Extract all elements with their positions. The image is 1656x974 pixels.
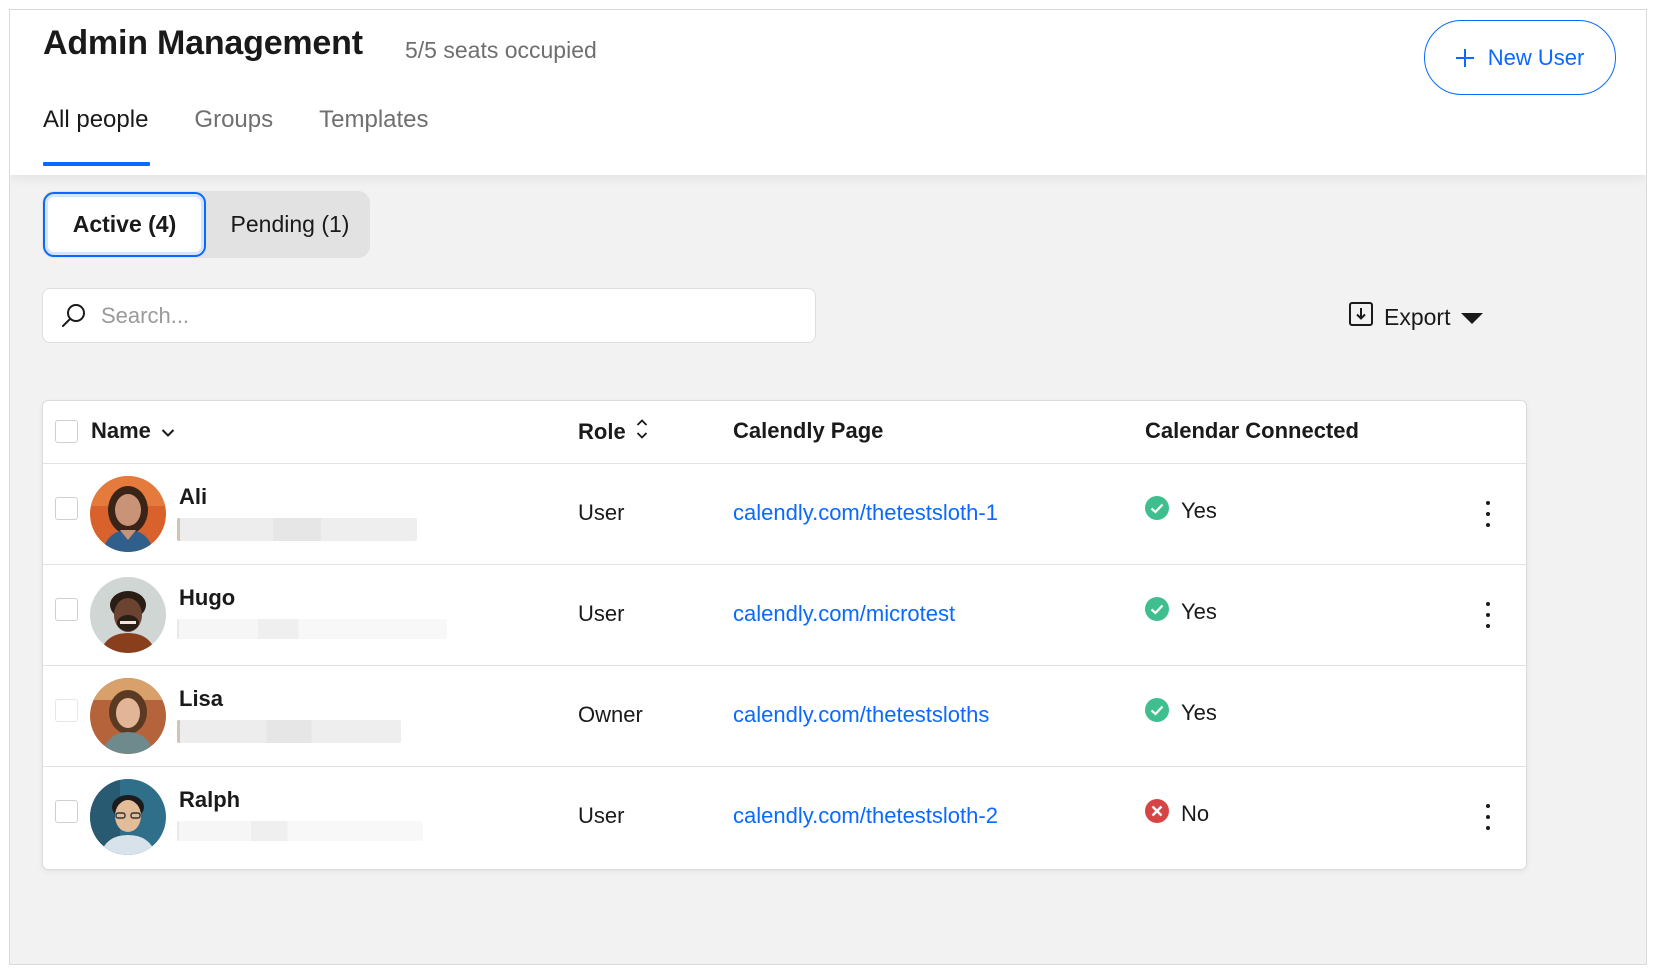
calendly-page-link[interactable]: calendly.com/thetestsloth-1 <box>733 500 998 526</box>
check-circle-icon <box>1145 597 1169 627</box>
sort-icon <box>636 418 648 446</box>
table-header: Name Role Calendly Page Calendar Connect… <box>43 401 1526 464</box>
row-checkbox[interactable] <box>55 598 78 621</box>
avatar <box>90 678 166 754</box>
email-redacted <box>177 619 447 639</box>
user-name: Hugo <box>179 585 236 610</box>
filter-active-button[interactable]: Active (4) <box>43 192 206 257</box>
table-row: Lisa Owner calendly.com/thetestsloths Ye… <box>43 666 1526 767</box>
download-icon <box>1348 301 1374 333</box>
calendar-status: Yes <box>1145 698 1217 728</box>
calendar-status: Yes <box>1145 597 1217 627</box>
page-tabs: All people Groups Templates <box>43 106 475 166</box>
new-user-label: New User <box>1487 44 1585 70</box>
row-checkbox[interactable] <box>55 497 78 520</box>
email-redacted <box>177 821 423 841</box>
row-checkbox[interactable] <box>55 800 78 823</box>
seats-occupied-text: 5/5 seats occupied <box>405 37 597 63</box>
calendar-status-label: Yes <box>1181 599 1217 624</box>
column-calendly-page: Calendly Page <box>733 418 884 443</box>
user-role: User <box>578 803 625 828</box>
search-input[interactable] <box>101 302 741 329</box>
check-circle-icon <box>1145 496 1169 526</box>
page-header: Admin Management 5/5 seats occupied New … <box>10 10 1646 175</box>
avatar <box>90 577 166 653</box>
table-row: Ralph User calendly.com/thetestsloth-2 N… <box>43 767 1526 868</box>
row-menu-icon[interactable] <box>1475 801 1501 833</box>
calendar-status: Yes <box>1145 496 1217 526</box>
export-label: Export <box>1384 303 1451 330</box>
column-name-label: Name <box>91 418 151 443</box>
check-circle-icon <box>1145 698 1169 728</box>
users-table: Name Role Calendly Page Calendar Connect… <box>42 400 1527 870</box>
select-all-checkbox[interactable] <box>55 420 78 443</box>
admin-management-window: Admin Management 5/5 seats occupied New … <box>9 9 1647 965</box>
chevron-down-icon <box>161 418 175 444</box>
avatar <box>90 779 166 855</box>
calendly-page-link[interactable]: calendly.com/thetestsloths <box>733 702 989 728</box>
search-icon <box>61 303 87 329</box>
row-checkbox <box>55 699 78 722</box>
tab-groups[interactable]: Groups <box>194 106 273 164</box>
calendar-status-label: Yes <box>1181 700 1217 725</box>
email-redacted <box>177 518 417 541</box>
tab-templates[interactable]: Templates <box>319 106 428 164</box>
tab-all-people[interactable]: All people <box>43 106 151 166</box>
row-menu-icon[interactable] <box>1475 498 1501 530</box>
search-box <box>42 288 816 343</box>
filter-pending-button[interactable]: Pending (1) <box>210 191 370 258</box>
calendar-status-label: No <box>1181 801 1210 826</box>
column-role-label: Role <box>578 419 626 444</box>
calendly-page-link[interactable]: calendly.com/thetestsloth-2 <box>733 803 998 829</box>
user-name: Lisa <box>179 686 224 711</box>
user-role: Owner <box>578 702 643 727</box>
user-role: User <box>578 601 625 626</box>
column-calendar-connected: Calendar Connected <box>1145 418 1359 443</box>
avatar <box>90 476 166 552</box>
column-name[interactable]: Name <box>91 418 175 444</box>
column-role[interactable]: Role <box>578 418 648 446</box>
table-row: Hugo User calendly.com/microtest Yes <box>43 565 1526 666</box>
export-dropdown[interactable]: Export <box>1348 302 1484 332</box>
calendly-page-link[interactable]: calendly.com/microtest <box>733 601 955 627</box>
user-role: User <box>578 500 625 525</box>
calendar-status: No <box>1145 799 1209 829</box>
status-filter: Active (4) Pending (1) <box>42 191 370 258</box>
calendar-status-label: Yes <box>1181 498 1217 523</box>
row-menu-icon[interactable] <box>1475 599 1501 631</box>
new-user-button[interactable]: New User <box>1424 20 1616 95</box>
plus-icon <box>1455 48 1474 67</box>
error-circle-icon <box>1145 799 1169 829</box>
user-name: Ali <box>179 484 208 509</box>
page-title: Admin Management <box>43 24 363 62</box>
user-name: Ralph <box>179 787 241 812</box>
email-redacted <box>177 720 401 743</box>
caret-down-icon <box>1460 304 1484 331</box>
table-row: Ali User calendly.com/thetestsloth-1 Yes <box>43 464 1526 565</box>
